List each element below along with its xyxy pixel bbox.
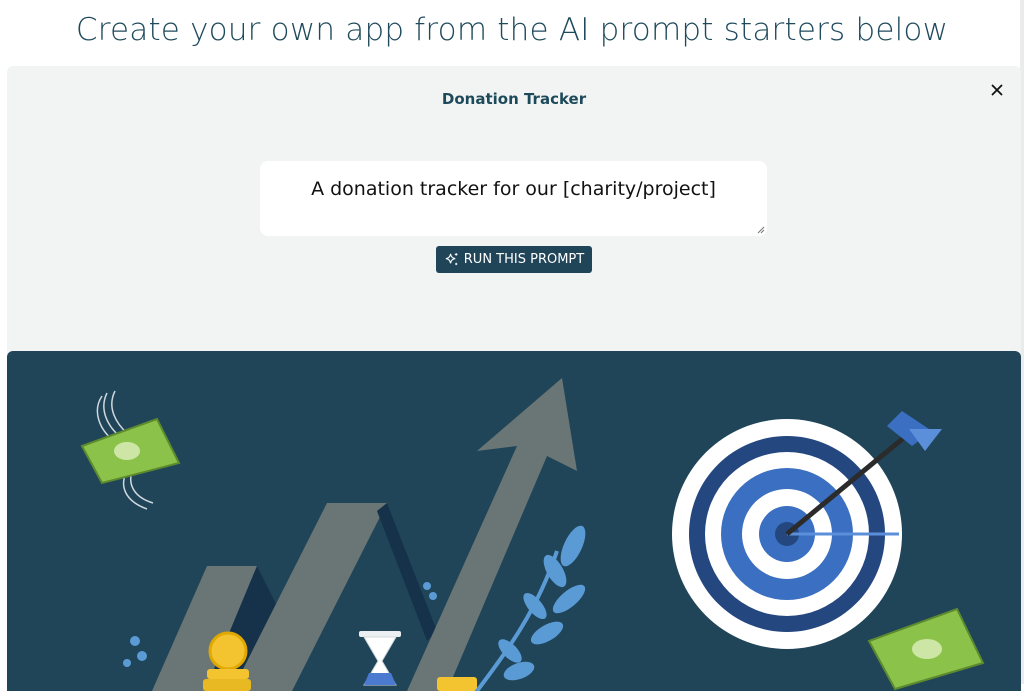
prompt-title: Donation Tracker <box>441 90 587 108</box>
prompt-textarea[interactable]: A donation tracker for our [charity/proj… <box>260 161 767 236</box>
growth-arrow-icon <box>407 378 577 691</box>
sparkle-icon <box>445 252 458 266</box>
prompt-panel: Donation Tracker A donation tracker for … <box>7 66 1021 356</box>
target-icon <box>672 411 942 649</box>
hourglass-icon <box>359 631 401 686</box>
page-heading: Create your own app from the AI prompt s… <box>75 12 949 48</box>
run-prompt-button[interactable]: RUN THIS PROMPT <box>436 246 592 273</box>
hero-illustration <box>7 351 1021 691</box>
resize-grip-icon[interactable] <box>757 226 765 234</box>
run-button-label: RUN THIS PROMPT <box>463 252 585 267</box>
money-bill-icon <box>867 607 985 691</box>
winged-money-icon <box>80 390 181 510</box>
close-icon <box>991 84 1003 96</box>
growth-chart-shape <box>152 503 437 691</box>
close-button[interactable] <box>987 80 1007 100</box>
prompt-text: A donation tracker for our [charity/proj… <box>311 178 716 200</box>
